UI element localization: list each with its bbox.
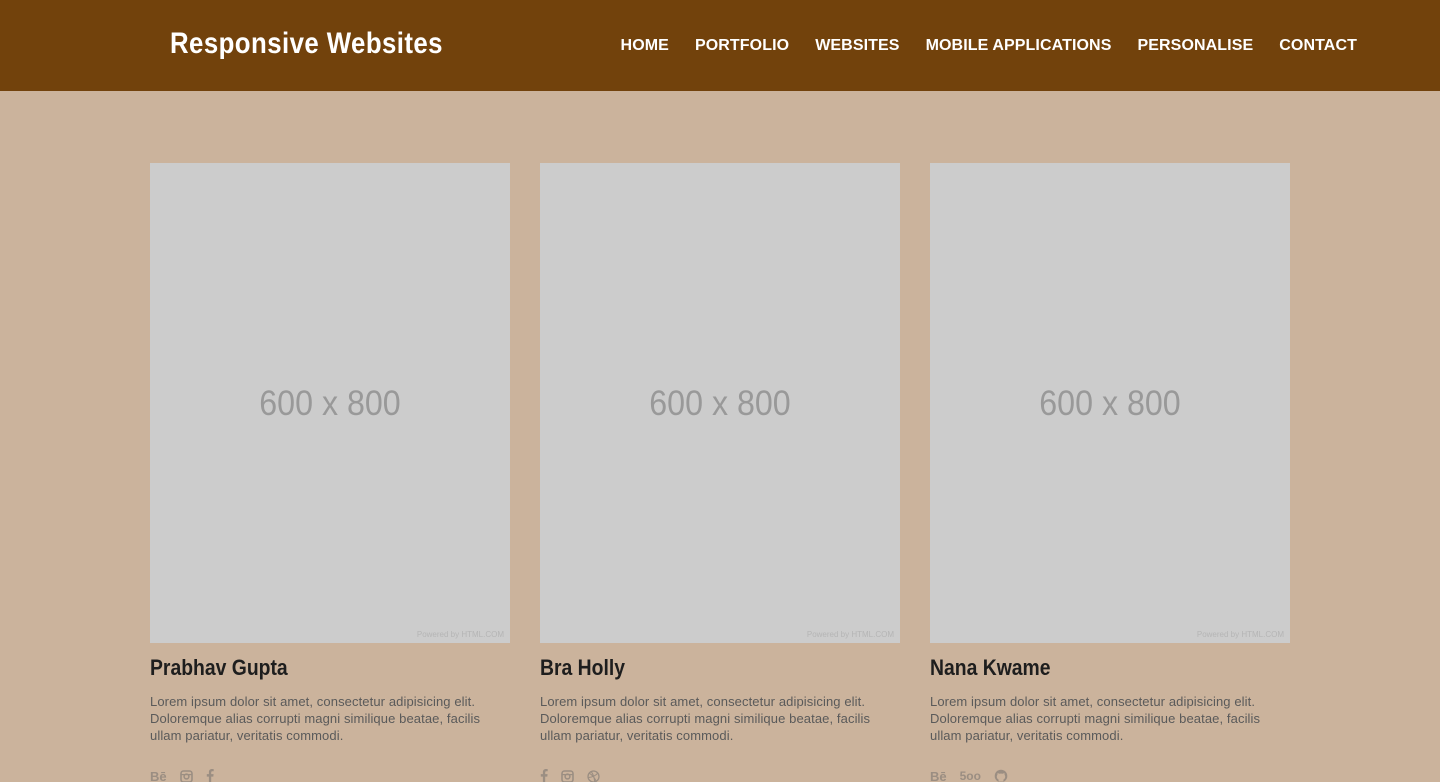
behance-icon[interactable]: Bē [150,769,167,782]
team-cards: 600 x 800 Powered by HTML.COM Prabhav Gu… [150,163,1290,782]
card-description: Lorem ipsum dolor sit amet, consectetur … [540,694,871,743]
team-card: 600 x 800 Powered by HTML.COM Prabhav Gu… [150,163,510,782]
card-image-placeholder: 600 x 800 Powered by HTML.COM [150,163,510,643]
card-social-links: Bē 5oo [930,768,1290,782]
card-social-links [540,768,900,782]
facebook-icon[interactable] [206,769,214,782]
card-description: Lorem ipsum dolor sit amet, consectetur … [150,694,481,743]
placeholder-credit: Powered by HTML.COM [416,630,504,639]
main-nav: HOME PORTFOLIO WEBSITES MOBILE APPLICATI… [621,37,1357,55]
nav-websites[interactable]: WEBSITES [815,37,899,55]
nav-mobile-applications[interactable]: MOBILE APPLICATIONS [926,37,1112,55]
nav-home[interactable]: HOME [621,37,669,55]
placeholder-size-label: 600 x 800 [1039,384,1181,423]
card-image-placeholder: 600 x 800 Powered by HTML.COM [540,163,900,643]
nav-personalise[interactable]: PERSONALISE [1137,37,1253,55]
placeholder-credit: Powered by HTML.COM [806,630,894,639]
behance-icon[interactable]: Bē [930,769,947,782]
card-social-links: Bē [150,768,510,782]
card-description: Lorem ipsum dolor sit amet, consectetur … [930,694,1261,743]
site-brand[interactable]: Responsive Websites [170,27,443,61]
card-name: Nana Kwame [930,655,1051,680]
placeholder-credit: Powered by HTML.COM [1196,630,1284,639]
card-image-placeholder: 600 x 800 Powered by HTML.COM [930,163,1290,643]
placeholder-size-label: 600 x 800 [259,384,401,423]
instagram-icon[interactable] [561,769,574,782]
site-header: Responsive Websites HOME PORTFOLIO WEBSI… [0,0,1440,91]
nav-portfolio[interactable]: PORTFOLIO [695,37,789,55]
facebook-icon[interactable] [540,769,548,782]
nav-contact[interactable]: CONTACT [1279,37,1357,55]
team-card: 600 x 800 Powered by HTML.COM Nana Kwame… [930,163,1290,782]
team-card: 600 x 800 Powered by HTML.COM Bra Holly … [540,163,900,782]
card-name: Prabhav Gupta [150,655,288,680]
card-name: Bra Holly [540,655,626,680]
github-icon[interactable] [994,769,1008,782]
dribbble-icon[interactable] [587,769,600,782]
instagram-icon[interactable] [179,769,193,782]
placeholder-size-label: 600 x 800 [649,384,791,423]
500px-icon[interactable]: 5oo [960,769,981,782]
